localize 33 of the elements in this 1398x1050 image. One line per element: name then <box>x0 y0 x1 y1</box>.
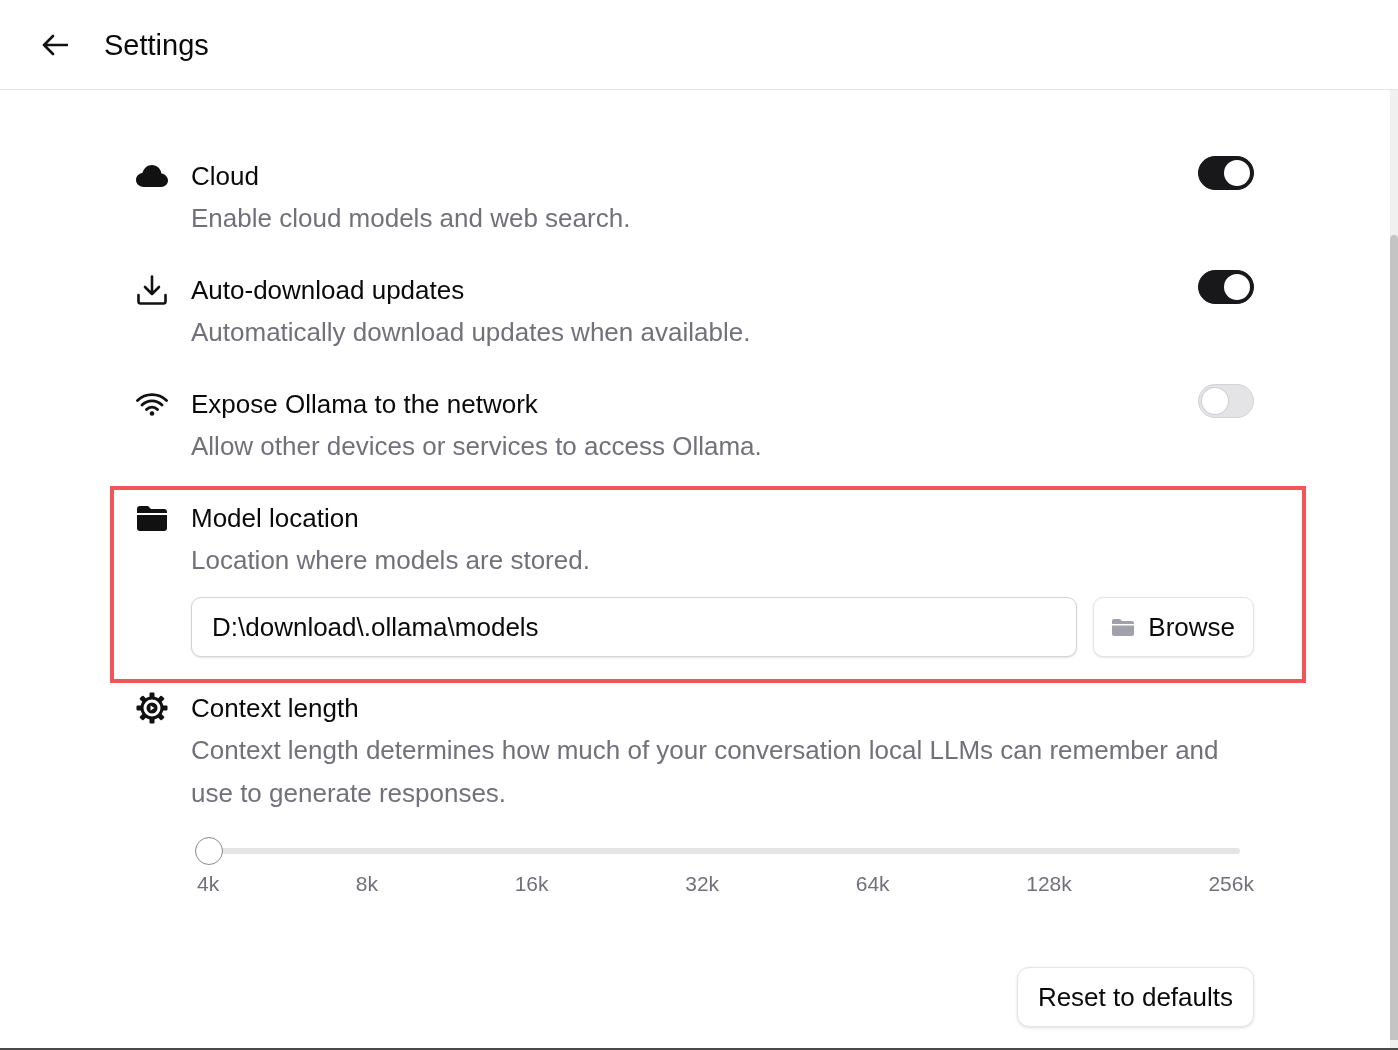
tick-label: 8k <box>355 871 379 897</box>
wifi-icon <box>136 392 168 416</box>
setting-title: Auto-download updates <box>191 274 465 307</box>
slider-thumb[interactable] <box>195 837 223 865</box>
setting-title: Expose Ollama to the network <box>191 388 538 421</box>
slider-track[interactable] <box>195 837 1240 865</box>
tick-label: 64k <box>855 871 890 897</box>
toggle-switch[interactable] <box>1198 270 1254 304</box>
folder-icon <box>137 505 167 531</box>
setting-title: Cloud <box>191 160 259 193</box>
setting-description: Automatically download updates when available. <box>191 316 752 349</box>
download-icon <box>137 275 167 305</box>
setting-description: Allow other devices or services to access Ollama. <box>191 430 763 463</box>
cloud-icon <box>136 165 168 187</box>
page-title: Settings <box>104 27 209 63</box>
setting-title: Context length <box>191 692 359 725</box>
tick-label: 32k <box>685 871 720 897</box>
tick-label: 4k <box>197 871 220 897</box>
back-arrow-icon[interactable] <box>42 33 68 56</box>
scrollbar-thumb[interactable] <box>1390 235 1398 1040</box>
tick-label: 128k <box>1026 871 1072 897</box>
setting-description: Context length determines how much of your conversation local LLMs can remember and use to generate responses. <box>191 734 1220 810</box>
setting-title: Model location <box>191 502 359 535</box>
gear-icon <box>136 692 168 724</box>
setting-description: Enable cloud models and web search. <box>191 202 632 235</box>
tick-label: 16k <box>514 871 549 897</box>
toggle-switch[interactable] <box>1198 156 1254 190</box>
browse-button[interactable]: Browse <box>1093 597 1254 657</box>
folder-icon <box>1112 618 1135 636</box>
setting-description: Location where models are stored. <box>191 544 591 577</box>
tick-label: 256k <box>1208 871 1254 897</box>
path-field[interactable]: D:\download\.ollama\models <box>191 597 1078 657</box>
reset-button[interactable]: Reset to defaults <box>1016 967 1254 1027</box>
